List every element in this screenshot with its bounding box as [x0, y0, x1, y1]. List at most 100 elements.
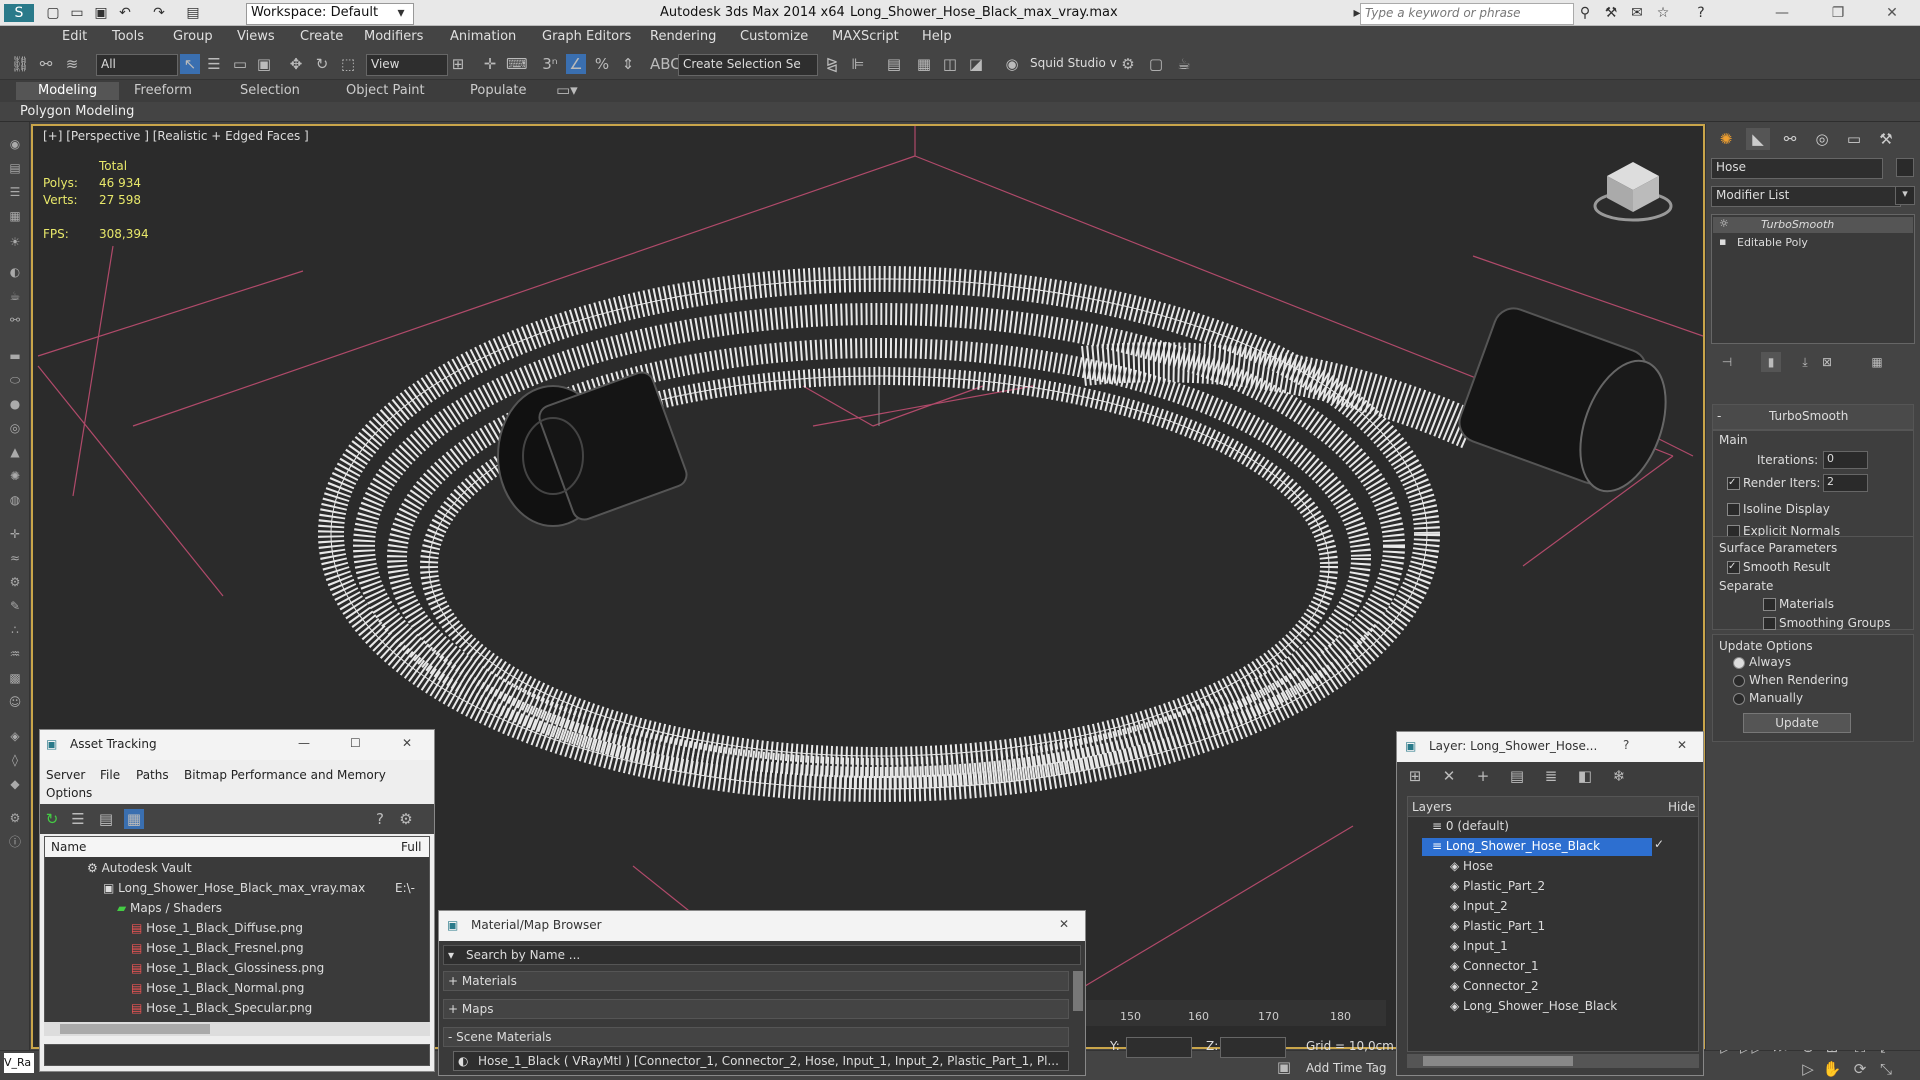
menu-server[interactable]: Server [46, 768, 85, 782]
layer-row[interactable]: ◈ Plastic_Part_1 [1450, 919, 1545, 933]
pan-icon[interactable]: ✋ [1822, 1059, 1842, 1079]
project-folder-icon[interactable]: ▤ [184, 4, 202, 22]
tab-object-paint[interactable]: Object Paint [324, 82, 447, 100]
menu-group[interactable]: Group [173, 29, 213, 44]
tab-freeform[interactable]: Freeform [112, 82, 214, 100]
edit-named-selection-icon[interactable]: ABC [650, 54, 681, 74]
table-row[interactable]: ▤ Hose_1_Black_Glossiness.png [131, 961, 324, 975]
move-icon[interactable]: ✥ [286, 54, 306, 74]
display-tab-icon[interactable]: ▭ [1842, 128, 1866, 150]
section-scene-materials[interactable]: - Scene Materials [443, 1027, 1069, 1047]
materials-checkbox[interactable] [1763, 598, 1776, 611]
spacewarp-icon[interactable]: ≈ [7, 550, 23, 566]
sphere-icon[interactable]: ● [7, 396, 23, 412]
object-color-swatch[interactable] [1896, 158, 1914, 177]
subscription-icon[interactable]: ⚒ [1602, 4, 1620, 22]
horizontal-scrollbar[interactable] [44, 1022, 430, 1036]
table-row[interactable]: ▤ Hose_1_Black_Diffuse.png [131, 921, 303, 935]
polygon-modeling-label[interactable]: Polygon Modeling [20, 104, 134, 119]
help-icon[interactable]: ? [370, 809, 390, 829]
camera-icon[interactable]: ◈ [7, 728, 23, 744]
eye-icon[interactable]: ◉ [7, 136, 23, 152]
rendered-frame-icon[interactable]: ▢ [1146, 54, 1166, 74]
close-button[interactable]: ✕ [1872, 2, 1912, 24]
iterations-spinner[interactable]: 0 [1823, 451, 1868, 469]
scene-explorer-icon[interactable]: ▤ [7, 160, 23, 176]
box-icon[interactable]: ▬ [7, 348, 23, 364]
tab-selection[interactable]: Selection [218, 82, 322, 100]
menu-views[interactable]: Views [237, 29, 275, 44]
menu-customize[interactable]: Customize [740, 29, 808, 44]
settings-icon[interactable]: ⚙ [7, 810, 23, 826]
table-row[interactable]: ▰ Maps / Shaders [117, 901, 222, 915]
save-icon[interactable]: ▣ [92, 4, 110, 22]
snaps-icon[interactable]: 3ⁿ [540, 54, 560, 74]
info-icon[interactable]: ⓘ [7, 834, 23, 850]
hide-all-icon[interactable]: ◧ [1575, 766, 1595, 786]
menu-graph-editors[interactable]: Graph Editors [542, 29, 631, 44]
smoothing-groups-checkbox[interactable] [1763, 617, 1776, 630]
graphite-toolbar-icon[interactable]: ▦ [914, 54, 934, 74]
chevron-down-icon[interactable]: ▾ [1895, 186, 1915, 205]
menu-animation[interactable]: Animation [450, 29, 516, 44]
menu-rendering[interactable]: Rendering [650, 29, 716, 44]
light-bulb-icon[interactable]: ✺ [7, 468, 23, 484]
scale-icon[interactable]: ⬚ [338, 54, 358, 74]
redo-icon[interactable]: ↷ [150, 4, 168, 22]
modifier-list-dropdown[interactable]: Modifier List [1711, 186, 1901, 207]
help-icon[interactable]: ? [1623, 738, 1629, 752]
render-tool-icon[interactable]: ◆ [7, 776, 23, 792]
open-file-icon[interactable]: ▭ [68, 4, 86, 22]
table-row[interactable]: ▤ Hose_1_Black_Fresnel.png [131, 941, 304, 955]
cloth-icon[interactable]: ▩ [7, 670, 23, 686]
close-button[interactable]: ✕ [402, 736, 412, 750]
hair-icon[interactable]: ♒ [7, 646, 23, 662]
angle-snap-icon[interactable]: ∠ [566, 54, 586, 74]
always-radio[interactable] [1733, 657, 1745, 669]
show-end-result-icon[interactable]: ▮ [1761, 352, 1781, 372]
utilities-tab-icon[interactable]: ⚒ [1874, 128, 1898, 150]
geosphere-icon[interactable]: ◍ [7, 492, 23, 508]
col-layers[interactable]: Layers [1412, 800, 1452, 814]
stack-item-editable-poly[interactable]: ▪ Editable Poly [1713, 235, 1913, 251]
menu-create[interactable]: Create [300, 29, 343, 44]
current-layer-check-icon[interactable]: ✓ [1654, 837, 1664, 851]
cone-icon[interactable]: ▲ [7, 444, 23, 460]
shape-icon[interactable]: ◊ [7, 752, 23, 768]
undo-icon[interactable]: ↶ [116, 4, 134, 22]
table-row[interactable]: ⚙ Autodesk Vault [87, 861, 192, 875]
material-browser-titlebar[interactable]: ▣ Material/Map Browser ✕ [439, 911, 1085, 941]
asset-tracking-titlebar[interactable]: ▣ Asset Tracking — ☐ ✕ [40, 730, 434, 760]
close-button[interactable]: ✕ [1059, 917, 1069, 931]
z-coord-field[interactable] [1220, 1037, 1286, 1058]
section-materials[interactable]: + Materials [443, 971, 1069, 991]
rotate-icon[interactable]: ↻ [312, 54, 332, 74]
bulb-icon[interactable]: ☼ [1719, 217, 1729, 230]
teapot-icon[interactable]: ☕ [7, 288, 23, 304]
scrollbar-thumb[interactable] [1423, 1056, 1573, 1066]
torus-icon[interactable]: ◎ [7, 420, 23, 436]
modify-tab-icon[interactable]: ◣ [1746, 128, 1770, 150]
hierarchy-tab-icon[interactable]: ⚯ [1778, 128, 1802, 150]
binoculars-icon[interactable]: ⚲ [1576, 4, 1594, 22]
material-editor-icon[interactable]: ◉ [1002, 54, 1022, 74]
fov-icon[interactable]: ▷ [1798, 1059, 1818, 1079]
percent-snap-icon[interactable]: % [592, 54, 612, 74]
delete-layer-icon[interactable]: ✕ [1439, 766, 1459, 786]
select-by-name-icon[interactable]: ☰ [204, 54, 224, 74]
layer-row[interactable]: ◈ Input_2 [1450, 899, 1508, 913]
helper-icon[interactable]: ✛ [7, 526, 23, 542]
layer-row[interactable]: ◈ Long_Shower_Hose_Black [1450, 999, 1617, 1013]
y-coord-field[interactable] [1126, 1037, 1192, 1058]
configure-sets-icon[interactable]: ▦ [1867, 352, 1887, 372]
plugin-label[interactable]: Squid Studio v [1030, 56, 1117, 70]
refresh-icon[interactable]: ↻ [42, 809, 62, 829]
layer-row-default[interactable]: ≡ 0 (default) [1432, 819, 1509, 833]
help-icon[interactable]: ? [1692, 4, 1710, 22]
favorites-star-icon[interactable]: ☆ [1654, 4, 1672, 22]
material-item[interactable]: ◐ Hose_1_Black ( VRayMtl ) [Connector_1,… [453, 1051, 1069, 1071]
list-icon[interactable]: ☰ [7, 184, 23, 200]
path-field[interactable] [44, 1044, 430, 1066]
list-view-icon[interactable]: ☰ [68, 809, 88, 829]
viewcube-icon[interactable] [1593, 156, 1673, 226]
